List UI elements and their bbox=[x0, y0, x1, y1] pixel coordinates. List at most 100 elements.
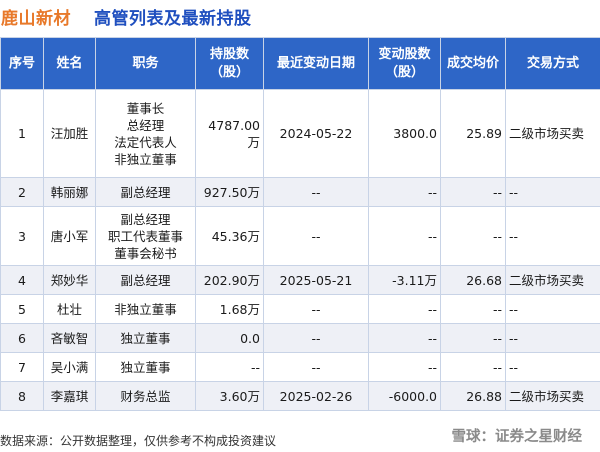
position-line: 副总经理 bbox=[120, 272, 171, 288]
position-line: 总经理 bbox=[126, 117, 165, 133]
col-header-shares: 持股数 （股） bbox=[195, 37, 264, 90]
cell-change-shares: -- bbox=[368, 323, 441, 353]
cell-position: 非独立董事 bbox=[95, 294, 196, 324]
cell-position: 副总经理 职工代表董事 董事会秘书 bbox=[95, 206, 196, 266]
data-source-note: 数据来源：公开数据整理，仅供参考不构成投资建议 bbox=[0, 434, 277, 448]
cell-change-date: 2024-05-22 bbox=[263, 89, 369, 178]
cell-trade-method: -- bbox=[505, 323, 600, 353]
cell-change-shares: -6000.0 bbox=[368, 381, 441, 411]
cell-change-shares: -- bbox=[368, 177, 441, 207]
cell-change-shares: -- bbox=[368, 352, 441, 382]
table-row: 7 吴小满 独立董事 -- -- -- -- -- bbox=[0, 352, 600, 382]
cell-avg-price: 26.88 bbox=[440, 381, 506, 411]
watermark-brand: 雪球：证券之星财经 bbox=[451, 429, 583, 445]
cell-avg-price: 25.89 bbox=[440, 89, 506, 178]
cell-change-shares: -- bbox=[368, 206, 441, 266]
cell-change-date: -- bbox=[263, 206, 369, 266]
position-line: 财务总监 bbox=[120, 388, 171, 404]
cell-position: 财务总监 bbox=[95, 381, 196, 411]
cell-shares: 202.90万 bbox=[195, 265, 264, 295]
cell-trade-method: -- bbox=[505, 294, 600, 324]
cell-index: 4 bbox=[0, 265, 44, 295]
cell-change-date: 2025-02-26 bbox=[263, 381, 369, 411]
position-line: 副总经理 bbox=[120, 184, 171, 200]
table-row: 5 杜壮 非独立董事 1.68万 -- -- -- -- bbox=[0, 294, 600, 324]
cell-name: 吴小满 bbox=[43, 352, 96, 382]
cell-change-shares: 3800.0 bbox=[368, 89, 441, 178]
cell-position: 独立董事 bbox=[95, 323, 196, 353]
table-row: 3 唐小军 副总经理 职工代表董事 董事会秘书 45.36万 -- -- -- -- bbox=[0, 206, 600, 266]
table-body: 1 汪加胜 董事长 总经理 法定代表人 非独立董事 4787.00万 2024-05-22 38… bbox=[0, 89, 600, 411]
col-header-position: 职务 bbox=[95, 37, 196, 90]
cell-shares: 4787.00万 bbox=[195, 89, 264, 178]
cell-change-date: -- bbox=[263, 294, 369, 324]
cell-shares: -- bbox=[195, 352, 264, 382]
cell-change-date: 2025-05-21 bbox=[263, 265, 369, 295]
cell-trade-method: -- bbox=[505, 206, 600, 266]
cell-position: 董事长 总经理 法定代表人 非独立董事 bbox=[95, 89, 196, 178]
cell-index: 7 bbox=[0, 352, 44, 382]
col-header-date: 最近变动日期 bbox=[263, 37, 369, 90]
table-row: 1 汪加胜 董事长 总经理 法定代表人 非独立董事 4787.00万 2024-05-22 38… bbox=[0, 89, 600, 178]
table-row: 8 李嘉琪 财务总监 3.60万 2025-02-26 -6000.0 26.88 二级市场买… bbox=[0, 381, 600, 411]
cell-avg-price: -- bbox=[440, 323, 506, 353]
position-line: 独立董事 bbox=[120, 330, 171, 346]
position-line: 职工代表董事 bbox=[107, 228, 183, 244]
cell-avg-price: 26.68 bbox=[440, 265, 506, 295]
position-line: 非独立董事 bbox=[114, 301, 177, 317]
col-header-index: 序号 bbox=[0, 37, 44, 90]
cell-index: 1 bbox=[0, 89, 44, 178]
cell-trade-method: 二级市场买卖 bbox=[505, 381, 600, 411]
cell-name: 唐小军 bbox=[43, 206, 96, 266]
col-header-price: 成交均价 bbox=[440, 37, 506, 90]
company-name: 鹿山新材 bbox=[1, 9, 71, 29]
cell-change-date: -- bbox=[263, 352, 369, 382]
position-line: 法定代表人 bbox=[114, 134, 177, 150]
cell-shares: 1.68万 bbox=[195, 294, 264, 324]
cell-trade-method: 二级市场买卖 bbox=[505, 265, 600, 295]
cell-position: 副总经理 bbox=[95, 177, 196, 207]
title-bar: 鹿山新材 高管列表及最新持股 bbox=[0, 0, 600, 34]
table-row: 6 吝敏智 独立董事 0.0 -- -- -- -- bbox=[0, 323, 600, 353]
col-header-name: 姓名 bbox=[43, 37, 96, 90]
cell-shares: 3.60万 bbox=[195, 381, 264, 411]
position-line: 副总经理 bbox=[120, 211, 171, 227]
cell-index: 8 bbox=[0, 381, 44, 411]
col-header-change: 变动股数 （股） bbox=[368, 37, 441, 90]
cell-shares: 927.50万 bbox=[195, 177, 264, 207]
cell-change-shares: -3.11万 bbox=[368, 265, 441, 295]
cell-position: 独立董事 bbox=[95, 352, 196, 382]
cell-name: 吝敏智 bbox=[43, 323, 96, 353]
cell-name: 韩丽娜 bbox=[43, 177, 96, 207]
cell-avg-price: -- bbox=[440, 294, 506, 324]
table-header-row: 序号 姓名 职务 持股数 （股） 最近变动日期 变动股数 （股） 成交均价 交易… bbox=[0, 37, 600, 90]
cell-change-date: -- bbox=[263, 323, 369, 353]
cell-avg-price: -- bbox=[440, 352, 506, 382]
cell-change-shares: -- bbox=[368, 294, 441, 324]
table-row: 4 郑妙华 副总经理 202.90万 2025-05-21 -3.11万 26.68 二级市场… bbox=[0, 265, 600, 295]
cell-avg-price: -- bbox=[440, 206, 506, 266]
cell-trade-method: 二级市场买卖 bbox=[505, 89, 600, 178]
cell-index: 6 bbox=[0, 323, 44, 353]
cell-shares: 45.36万 bbox=[195, 206, 264, 266]
cell-shares: 0.0 bbox=[195, 323, 264, 353]
table-row: 2 韩丽娜 副总经理 927.50万 -- -- -- -- bbox=[0, 177, 600, 207]
cell-trade-method: -- bbox=[505, 352, 600, 382]
col-header-method: 交易方式 bbox=[505, 37, 600, 90]
cell-change-date: -- bbox=[263, 177, 369, 207]
cell-index: 3 bbox=[0, 206, 44, 266]
executive-holdings-table: 序号 姓名 职务 持股数 （股） 最近变动日期 变动股数 （股） 成交均价 交易… bbox=[0, 37, 600, 411]
position-line: 独立董事 bbox=[120, 359, 171, 375]
cell-name: 郑妙华 bbox=[43, 265, 96, 295]
position-line: 非独立董事 bbox=[114, 151, 177, 167]
cell-avg-price: -- bbox=[440, 177, 506, 207]
position-line: 董事长 bbox=[126, 100, 165, 116]
cell-position: 副总经理 bbox=[95, 265, 196, 295]
page-title: 高管列表及最新持股 bbox=[94, 9, 252, 29]
cell-name: 李嘉琪 bbox=[43, 381, 96, 411]
position-line: 董事会秘书 bbox=[114, 245, 177, 261]
cell-name: 汪加胜 bbox=[43, 89, 96, 178]
cell-index: 5 bbox=[0, 294, 44, 324]
cell-trade-method: -- bbox=[505, 177, 600, 207]
cell-index: 2 bbox=[0, 177, 44, 207]
